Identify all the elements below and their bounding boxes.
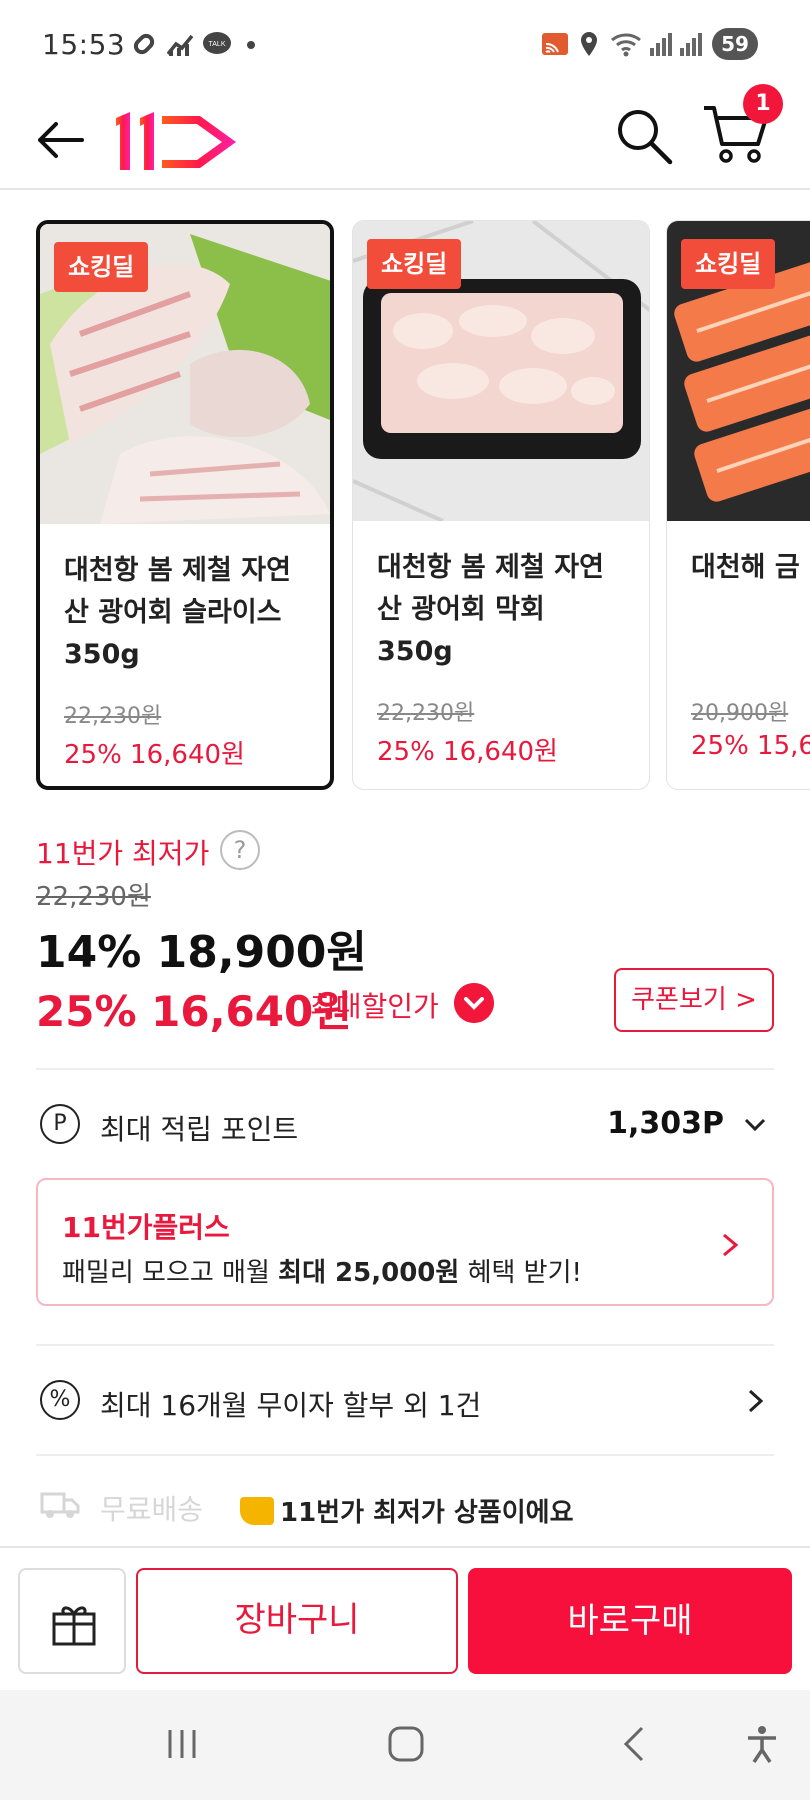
battery-indicator: 59 <box>712 28 758 60</box>
location-icon <box>581 32 597 56</box>
product-card[interactable]: 쇼킹딜 대천항 봄 제철 자연산 광어회 슬라이스 350g 22,230원 2… <box>36 220 334 790</box>
search-icon[interactable] <box>612 104 676 168</box>
dot-icon <box>247 41 255 49</box>
chart-icon <box>166 34 194 56</box>
divider <box>36 1344 774 1346</box>
cast-icon <box>542 33 568 55</box>
product-card[interactable]: 쇼킹딜 대천항 봄 제철 자연산 광어회 막회 350g 22,230원 25%… <box>352 220 650 790</box>
installment-row[interactable]: % 최대 16개월 무이자 할부 외 1건 <box>36 1370 774 1430</box>
svg-text:TALK: TALK <box>209 41 226 48</box>
points-label: 최대 적립 포인트 <box>100 1113 299 1146</box>
chevron-right-icon <box>723 1233 739 1257</box>
percent-icon: % <box>40 1380 80 1420</box>
original-price: 20,900원 <box>691 701 789 726</box>
product-title: 대천해 금 송어회 순 <box>691 552 810 583</box>
max-discount-label: 최대할인가 <box>310 990 439 1023</box>
coupon-view-button[interactable]: 쿠폰보기 > <box>614 968 774 1032</box>
original-price: 22,230원 <box>377 701 475 726</box>
discount-price: 14% 18,900원 <box>36 927 367 978</box>
tag-icon <box>240 1497 274 1525</box>
brand-logo[interactable] <box>112 104 252 176</box>
divider <box>36 1454 774 1456</box>
plus-description: 패밀리 모으고 매월 최대 25,000원 혜택 받기! <box>62 1258 582 1288</box>
point-icon: P <box>40 1104 80 1144</box>
recent-apps-icon[interactable] <box>162 1724 202 1764</box>
gift-button[interactable] <box>18 1568 126 1674</box>
home-icon[interactable] <box>386 1724 426 1764</box>
chevron-down-icon[interactable] <box>454 983 494 1023</box>
truck-icon <box>40 1492 80 1518</box>
installment-label: 최대 16개월 무이자 할부 외 1건 <box>100 1389 482 1422</box>
chevron-down-icon <box>744 1118 766 1132</box>
talk-icon: TALK <box>203 32 231 54</box>
help-icon[interactable]: ? <box>220 830 260 870</box>
sale-price: 25% 16,640원 <box>377 737 558 767</box>
gift-icon <box>52 1606 96 1646</box>
lowest-price-label: 11번가 최저가 <box>36 837 210 870</box>
product-card[interactable]: 쇼킹딜 대천해 금 송어회 순 20,900원 25% 15,6 <box>666 220 810 790</box>
accessibility-icon[interactable] <box>742 1724 782 1764</box>
link-icon <box>133 33 155 55</box>
points-value: 1,303P <box>607 1106 724 1141</box>
status-time: 15:53 <box>42 28 126 61</box>
original-price: 22,230원 <box>36 882 151 912</box>
shocking-deal-badge: 쇼킹딜 <box>54 242 149 292</box>
sale-price: 25% 16,640원 <box>64 740 245 770</box>
chevron-right-icon <box>748 1389 764 1413</box>
plus-title: 11번가플러스 <box>62 1211 230 1244</box>
sale-price: 25% 15,6 <box>691 731 810 761</box>
lowest-price-notice: 11번가 최저가 상품이에요 <box>240 1492 574 1529</box>
cart-count-badge: 1 <box>743 84 783 124</box>
purchase-action-bar: 장바구니 바로구매 <box>0 1546 810 1690</box>
points-row[interactable]: P 최대 적립 포인트 1,303P <box>36 1094 774 1154</box>
wifi-icon <box>611 33 641 57</box>
shocking-deal-badge: 쇼킹딜 <box>681 239 776 289</box>
product-title: 대천항 봄 제철 자연산 광어회 막회 350g <box>377 552 604 667</box>
status-bar: 15:53 TALK 59 <box>0 0 810 90</box>
related-products-carousel[interactable]: 쇼킹딜 대천항 봄 제철 자연산 광어회 슬라이스 350g 22,230원 2… <box>0 218 810 792</box>
system-nav-bar <box>0 1690 810 1800</box>
original-price: 22,230원 <box>64 704 162 729</box>
plus-membership-banner[interactable]: 11번가플러스 패밀리 모으고 매월 최대 25,000원 혜택 받기! <box>36 1178 774 1306</box>
shocking-deal-badge: 쇼킹딜 <box>367 239 462 289</box>
add-to-cart-button[interactable]: 장바구니 <box>136 1568 458 1674</box>
delivery-label: 무료배송 <box>100 1493 204 1526</box>
max-discount-price: 25% 16,640원 <box>36 987 352 1036</box>
signal-icon <box>650 33 672 56</box>
app-header <box>0 90 810 190</box>
arrow-left-icon[interactable] <box>30 110 90 170</box>
signal-icon <box>680 33 702 56</box>
product-title: 대천항 봄 제철 자연산 광어회 슬라이스 350g <box>64 555 291 670</box>
divider <box>36 1068 774 1070</box>
buy-now-button[interactable]: 바로구매 <box>468 1568 792 1674</box>
back-nav-icon[interactable] <box>614 1724 654 1764</box>
